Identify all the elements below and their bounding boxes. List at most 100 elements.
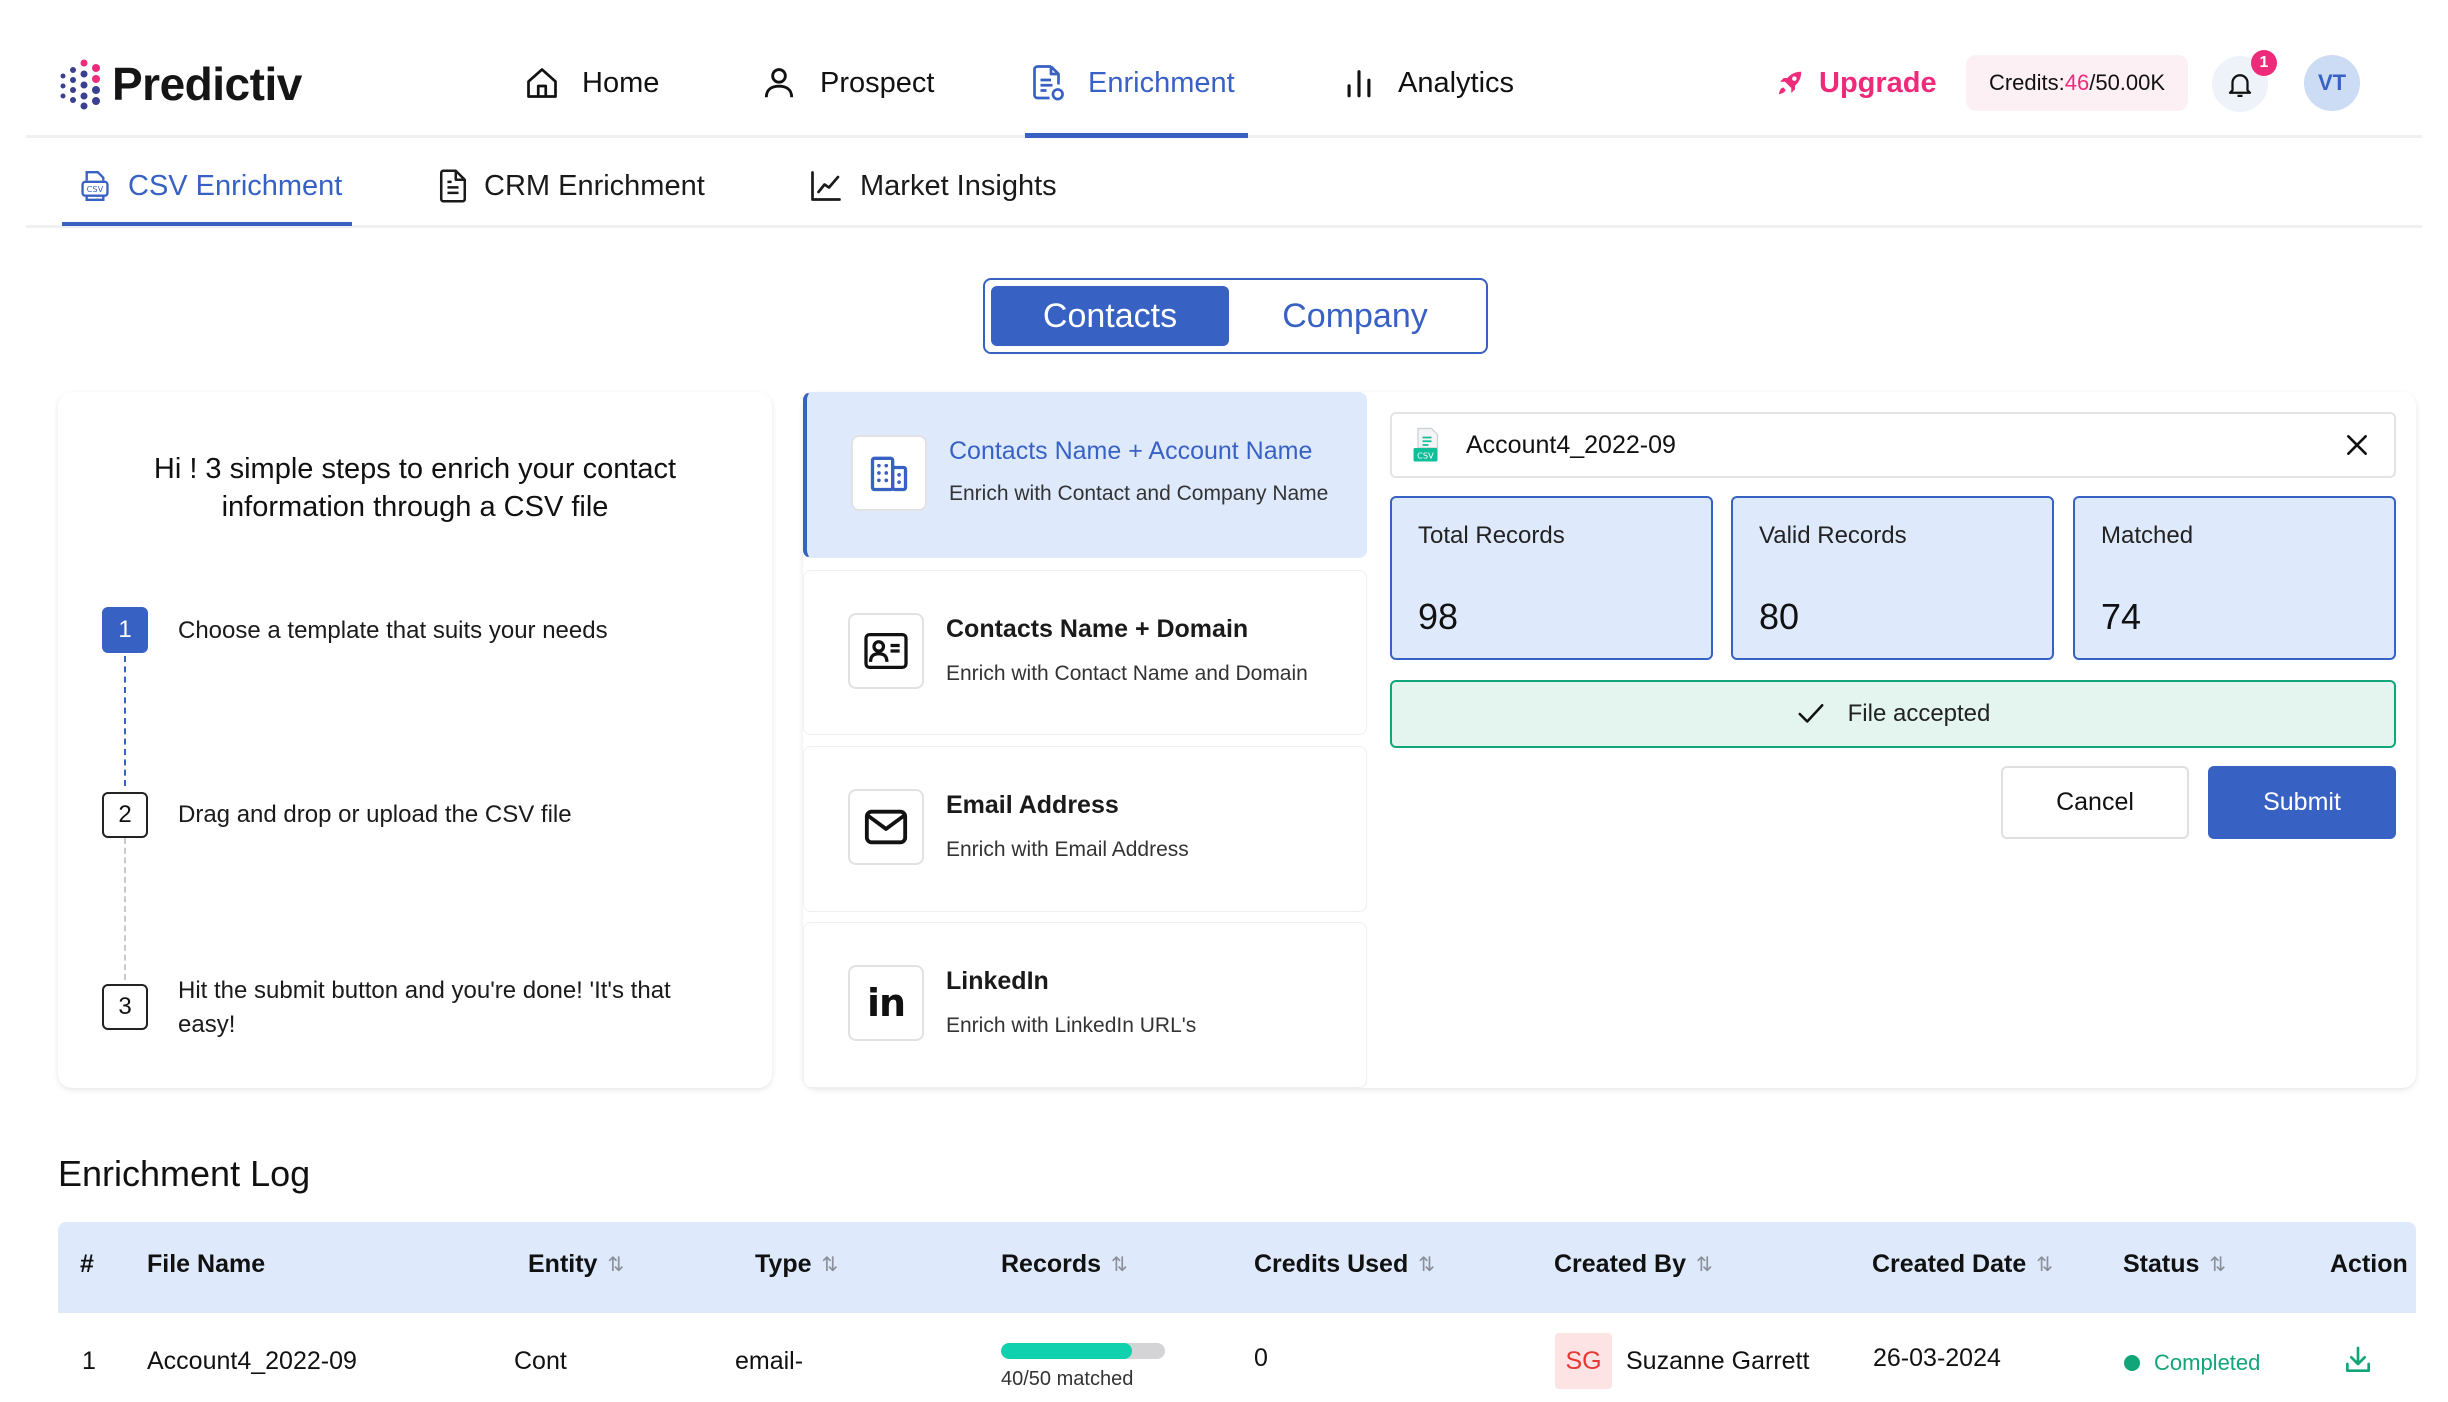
upgrade-label: Upgrade [1819, 66, 1937, 99]
cell-credits-used: 0 [1254, 1344, 1268, 1372]
template-icon-box [848, 789, 924, 865]
nav-prospect[interactable]: Prospect [760, 50, 934, 116]
remove-file-button[interactable] [2340, 428, 2374, 462]
cell-entity: Cont [514, 1347, 567, 1375]
cell-created-date: 26-03-2024 [1873, 1344, 2001, 1372]
column-label: Entity [528, 1250, 598, 1278]
column-label: Status [2123, 1250, 2200, 1278]
sort-icon[interactable]: ⇅ [1111, 1252, 1128, 1277]
sort-icon[interactable]: ⇅ [2209, 1252, 2226, 1277]
stat-value: 80 [1759, 596, 1800, 637]
credits-used: 46 [2064, 70, 2090, 95]
column-header-created-by[interactable]: Created By ⇅ [1554, 1250, 1713, 1279]
cell-created-by: Suzanne Garrett [1626, 1347, 1810, 1375]
sort-icon[interactable]: ⇅ [1418, 1252, 1435, 1277]
uploaded-file-field[interactable]: CSV Account4_2022-09 [1390, 412, 2396, 478]
column-header-created-date[interactable]: Created Date ⇅ [1872, 1250, 2053, 1279]
toggle-company[interactable]: Company [1235, 286, 1475, 346]
column-header-records[interactable]: Records ⇅ [1001, 1250, 1128, 1279]
column-label: Type [755, 1250, 812, 1278]
home-icon [527, 68, 557, 98]
template-description: Enrich with Email Address [946, 838, 1189, 861]
template-card-contacts-domain[interactable]: Contacts Name + Domain Enrich with Conta… [803, 570, 1367, 735]
upgrade-button[interactable]: Upgrade [1775, 60, 1937, 106]
step-1-number: 1 [102, 607, 148, 653]
tab-crm-enrichment-label: CRM Enrichment [484, 169, 705, 202]
toggle-contacts[interactable]: Contacts [991, 286, 1229, 346]
tab-crm-enrichment[interactable]: CRM Enrichment [438, 158, 705, 214]
records-progress-bar [1001, 1343, 1165, 1359]
column-label: Records [1001, 1250, 1102, 1278]
subtab-active-indicator [62, 222, 352, 226]
column-header-entity[interactable]: Entity ⇅ [528, 1250, 624, 1279]
stat-label: Valid Records [1759, 522, 1907, 549]
column-header-status[interactable]: Status ⇅ [2123, 1250, 2226, 1279]
sort-icon[interactable]: ⇅ [2036, 1252, 2053, 1277]
uploaded-file-name: Account4_2022-09 [1466, 430, 1676, 459]
nav-prospect-label: Prospect [820, 66, 935, 99]
nav-analytics-label: Analytics [1398, 66, 1515, 99]
credits-total: /50.00K [2089, 70, 2166, 95]
linkedin-icon: in [866, 981, 906, 1025]
svg-text:CSV: CSV [1417, 451, 1434, 461]
submit-button[interactable]: Submit [2208, 766, 2396, 839]
nav-enrichment[interactable]: Enrichment [1030, 50, 1235, 116]
sub-tabs-bar [26, 138, 2422, 228]
template-description: Enrich with LinkedIn URL's [946, 1014, 1197, 1037]
template-card-email[interactable]: Email Address Enrich with Email Address [803, 746, 1367, 912]
line-chart-icon [811, 171, 841, 201]
download-icon [2346, 1346, 2370, 1372]
close-icon [2347, 435, 2367, 455]
tab-csv-enrichment[interactable]: CSV CSV Enrichment [78, 158, 342, 214]
user-icon [764, 68, 794, 98]
template-icon-box [848, 613, 924, 689]
svg-text:CSV: CSV [87, 184, 104, 194]
document-icon [439, 169, 467, 203]
csv-file-icon: CSV [81, 170, 109, 202]
column-header-type[interactable]: Type ⇅ [755, 1250, 838, 1279]
column-label: Credits Used [1254, 1250, 1409, 1278]
step-3-number: 3 [102, 984, 148, 1030]
cell-file-name: Account4_2022-09 [147, 1347, 357, 1375]
column-header-index: # [80, 1250, 94, 1279]
column-label: Created Date [1872, 1250, 2027, 1278]
log-table-header [58, 1222, 2416, 1313]
brand-name: Predictiv [112, 58, 302, 110]
template-card-contacts-account[interactable]: Contacts Name + Account Name Enrich with… [803, 392, 1367, 558]
download-button[interactable] [2342, 1344, 2374, 1381]
credits-prefix: Credits: [1988, 70, 2065, 95]
nav-home[interactable]: Home [524, 50, 659, 116]
status-text: Completed [2154, 1350, 2261, 1375]
nav-analytics[interactable]: Analytics [1342, 50, 1514, 116]
status-badge: Completed [2124, 1350, 2260, 1376]
bar-chart-icon [1347, 70, 1371, 98]
template-card-linkedin[interactable]: in LinkedIn Enrich with LinkedIn URL's [803, 922, 1367, 1088]
template-title: Contacts Name + Domain [946, 615, 1249, 643]
tab-market-insights[interactable]: Market Insights [808, 158, 1057, 214]
sort-icon[interactable]: ⇅ [607, 1252, 624, 1277]
csv-file-icon: CSV [1413, 427, 1439, 462]
column-header-credits-used[interactable]: Credits Used ⇅ [1254, 1250, 1435, 1279]
cancel-button[interactable]: Cancel [2001, 766, 2189, 839]
stat-label: Matched [2101, 522, 2194, 549]
tab-market-insights-label: Market Insights [860, 169, 1057, 202]
stat-matched: Matched 74 [2073, 496, 2396, 660]
template-title: LinkedIn [946, 967, 1049, 995]
column-label: Created By [1554, 1250, 1686, 1278]
column-header-action: Action [2330, 1250, 2408, 1279]
tab-csv-enrichment-label: CSV Enrichment [128, 169, 343, 202]
brand-logo[interactable]: Predictiv [58, 56, 302, 112]
cell-type: email- [735, 1347, 804, 1375]
notification-count-badge: 1 [2251, 50, 2277, 76]
step-1-text: Choose a template that suits your needs [178, 617, 608, 644]
steps-title: Hi ! 3 simple steps to enrich your conta… [153, 453, 677, 523]
template-title: Email Address [946, 791, 1119, 819]
logo-dots-icon [60, 59, 100, 110]
step-3-text: Hit the submit button and you're done! '… [178, 977, 671, 1038]
records-matched-label: 40/50 matched [1001, 1368, 1134, 1390]
sort-icon[interactable]: ⇅ [822, 1252, 839, 1277]
check-icon [1798, 704, 1824, 723]
sort-icon[interactable]: ⇅ [1696, 1252, 1713, 1277]
enrichment-doc-icon [1033, 65, 1064, 101]
user-avatar[interactable]: VT [2304, 55, 2360, 111]
